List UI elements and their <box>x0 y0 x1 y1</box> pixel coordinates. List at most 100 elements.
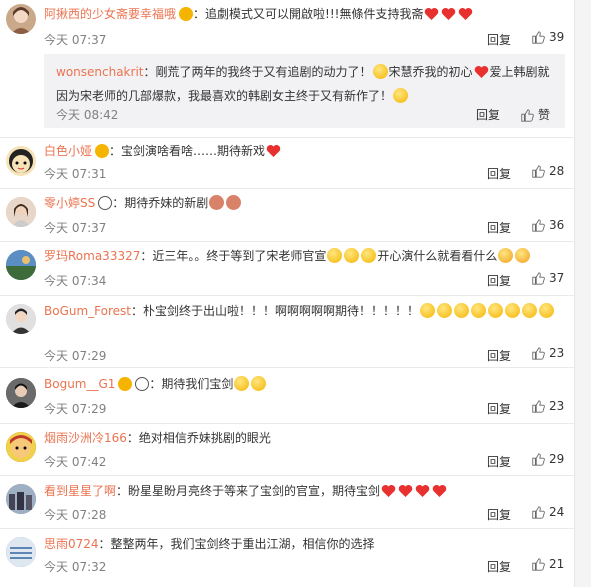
heart-emoji-icon <box>381 485 396 497</box>
like-count: 28 <box>549 164 565 178</box>
panda-badge-icon <box>98 196 113 210</box>
timestamp: 今天 07:42 <box>44 455 107 469</box>
reply-button[interactable]: 回复 <box>487 558 511 575</box>
comment-text: ：宝剑演啥看啥……期待新戏 <box>109 144 266 158</box>
username-link[interactable]: BoGum_Forest <box>44 304 131 318</box>
reply-button[interactable]: 回复 <box>487 31 511 48</box>
avatar[interactable] <box>6 146 36 176</box>
avatar[interactable] <box>6 432 36 462</box>
like-count: 24 <box>549 505 565 519</box>
username-link[interactable]: 思雨0724 <box>44 537 99 551</box>
reply-button[interactable]: 回复 <box>487 453 511 470</box>
comment-text-2: 开心演什么就看看什么 <box>377 249 498 263</box>
vip-badge-icon <box>95 144 110 158</box>
emoji-icon <box>454 303 470 318</box>
like-count: 21 <box>549 557 565 571</box>
like-button[interactable]: 赞 <box>520 106 550 123</box>
reply-button[interactable]: 回复 <box>487 272 511 289</box>
avatar[interactable] <box>6 378 36 408</box>
thumb-up-icon <box>532 400 545 413</box>
username-link[interactable]: 阿揪西的少女斋要幸福哦 <box>44 7 176 21</box>
comment-item: 白色小娅 ：宝剑演啥看啥……期待新戏 今天 07:31 回复 28 <box>0 138 575 189</box>
like-button[interactable]: 28 <box>531 164 564 178</box>
vip-badge-icon <box>179 7 194 21</box>
reply-button[interactable]: 回复 <box>487 347 511 364</box>
comment-item: 思雨0724：整整两年，我们宝剑终于重出江湖，相信你的选择 今天 07:32 回… <box>0 529 575 587</box>
timestamp: 今天 07:31 <box>44 167 107 181</box>
panda-badge-icon <box>135 377 150 391</box>
thumb-up-icon <box>532 272 545 285</box>
like-button[interactable]: 37 <box>531 271 564 285</box>
emoji-icon <box>361 248 377 263</box>
emoji-icon <box>226 195 242 210</box>
comment-text-line: 白色小娅 ：宝剑演啥看啥……期待新戏 <box>44 141 567 161</box>
like-count: 23 <box>549 346 565 360</box>
like-count: 29 <box>549 452 565 466</box>
avatar[interactable] <box>6 304 36 334</box>
comment-text: ：整整两年，我们宝剑终于重出江湖，相信你的选择 <box>98 537 375 551</box>
username-link[interactable]: 看到星星了啊 <box>44 484 116 498</box>
like-count: 37 <box>549 271 565 285</box>
like-button[interactable]: 23 <box>531 399 564 413</box>
avatar[interactable] <box>6 197 36 227</box>
heart-emoji-icon <box>415 485 430 497</box>
username-link[interactable]: Bogum__G1 <box>44 377 115 391</box>
like-button[interactable]: 39 <box>531 30 564 44</box>
comment-text: ：期待我们宝剑 <box>149 377 234 391</box>
reply-text-2: 宋慧乔我的初心 <box>388 65 473 79</box>
timestamp: 今天 07:29 <box>44 402 107 416</box>
thumb-up-icon <box>532 219 545 232</box>
avatar[interactable] <box>6 537 36 567</box>
avatar[interactable] <box>6 484 36 514</box>
emoji-icon <box>471 303 487 318</box>
like-button[interactable]: 23 <box>531 346 564 360</box>
thumb-up-icon <box>532 165 545 178</box>
reply-text: ：剛荒了两年的我终于又有追剧的动力了！ <box>143 65 372 79</box>
scrollbar[interactable] <box>574 0 591 587</box>
timestamp: 今天 07:34 <box>44 274 107 288</box>
thumb-up-icon <box>532 347 545 360</box>
like-button[interactable]: 29 <box>531 452 564 466</box>
avatar[interactable] <box>6 4 36 34</box>
username-link[interactable]: 白色小娅 <box>44 144 92 158</box>
avatar[interactable] <box>6 250 36 280</box>
emoji-icon <box>209 195 225 210</box>
comment-text-line: 阿揪西的少女斋要幸福哦 ：追劇模式又可以開啟啦!!!無條件支持我斋 <box>44 4 567 24</box>
like-button[interactable]: 21 <box>531 557 564 571</box>
username-link[interactable]: wonsenchakrit <box>56 65 143 79</box>
reply-button[interactable]: 回复 <box>487 506 511 523</box>
reply-button[interactable]: 回复 <box>487 400 511 417</box>
username-link[interactable]: 烟雨沙洲冷166 <box>44 431 127 445</box>
timestamp: 今天 07:37 <box>44 33 107 47</box>
heart-emoji-icon <box>432 485 447 497</box>
like-button[interactable]: 36 <box>531 218 564 232</box>
reply-button[interactable]: 回复 <box>487 219 511 236</box>
thumbs-up-emoji-icon <box>515 248 531 263</box>
emoji-icon <box>505 303 521 318</box>
thumb-up-icon <box>532 506 545 519</box>
comment-text: ：期待乔妹的新剧 <box>112 196 209 210</box>
comment-item: BoGum_Forest：朴宝剑终于出山啦！！！啊啊啊啊啊期待！！！！！ 今天 … <box>0 296 575 368</box>
comment-item: 阿揪西的少女斋要幸福哦 ：追劇模式又可以開啟啦!!!無條件支持我斋 今天 07:3… <box>0 0 575 138</box>
like-count: 39 <box>549 30 565 44</box>
reply-button[interactable]: 回复 <box>487 165 511 182</box>
comment-text: ：朴宝剑终于出山啦！！！啊啊啊啊啊期待！！！！！ <box>131 304 420 318</box>
comment-text: ：盼星星盼月亮终于等来了宝剑的官宣，期待宝剑 <box>116 484 381 498</box>
comment-item: 零小婷SS ：期待乔妹的新剧 今天 07:37 回复 36 <box>0 189 575 242</box>
heart-emoji-icon <box>459 8 473 20</box>
like-count: 36 <box>549 218 565 232</box>
username-link[interactable]: 罗玛Roma33327 <box>44 249 140 263</box>
username-link[interactable]: 零小婷SS <box>44 196 95 210</box>
thumb-up-icon <box>521 108 534 122</box>
emoji-icon <box>522 303 538 318</box>
comment-text-line: 烟雨沙洲冷166：绝对相信乔妹挑剧的眼光 <box>44 428 567 448</box>
comment-item: 罗玛Roma33327：近三年。。终于等到了宋老师官宣 开心演什么就看看什么 今天… <box>0 242 575 296</box>
timestamp: 今天 07:32 <box>44 560 107 574</box>
like-label: 赞 <box>538 108 551 122</box>
emoji-icon <box>327 248 343 263</box>
reply-button[interactable]: 回复 <box>476 106 500 123</box>
comment-text-line: Bogum__G1 ：期待我们宝剑 <box>44 374 567 394</box>
like-button[interactable]: 24 <box>531 505 564 519</box>
like-count: 23 <box>549 399 565 413</box>
comment-text: ：近三年。。终于等到了宋老师官宣 <box>140 249 327 263</box>
